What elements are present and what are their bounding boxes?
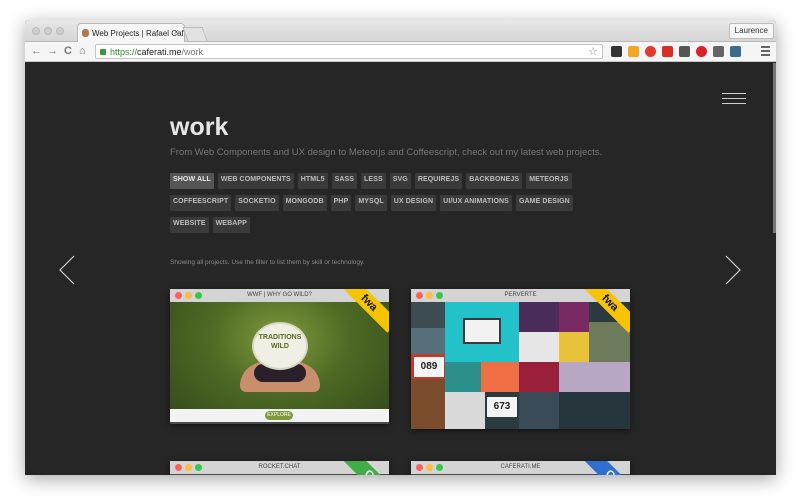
- url-path: /work: [181, 47, 204, 57]
- filter-requirejs[interactable]: REQUIREJS: [414, 173, 463, 189]
- extension-analytics-icon[interactable]: [628, 46, 639, 57]
- address-bar[interactable]: https://caferati.me/work ☆: [95, 44, 603, 59]
- bookmark-star-icon[interactable]: ☆: [588, 45, 598, 58]
- back-button[interactable]: ←: [31, 45, 42, 57]
- browser-toolbar: ← → C ⌂ https://caferati.me/work ☆: [25, 42, 776, 62]
- chevron-right-icon[interactable]: [725, 255, 741, 285]
- filter-socketio[interactable]: SOCKETIO: [235, 195, 279, 211]
- profile-button[interactable]: Laurence: [728, 23, 774, 39]
- page-subtitle: From Web Components and UX design to Met…: [170, 147, 603, 158]
- forward-button[interactable]: →: [47, 45, 58, 57]
- filter-web-components[interactable]: WEB COMPONENTS: [217, 173, 294, 189]
- filter-backbonejs[interactable]: BACKBONEJS: [466, 173, 523, 189]
- new-tab-button[interactable]: [182, 27, 208, 41]
- tab-close-icon[interactable]: ×: [174, 27, 179, 37]
- filter-html5[interactable]: HTML5: [297, 173, 328, 189]
- extension-layers-icon[interactable]: [611, 46, 622, 57]
- filter-mysql[interactable]: MYSQL: [355, 195, 387, 211]
- extension-evernote-icon[interactable]: [713, 46, 724, 57]
- card-screenshot: 089 673: [411, 302, 630, 429]
- page-title: work: [170, 113, 229, 141]
- filter-meteorjs[interactable]: METEORJS: [526, 173, 572, 189]
- filter-mongodb[interactable]: MONGODB: [282, 195, 327, 211]
- browser-tab[interactable]: Web Projects | Rafael Cafera ×: [77, 23, 185, 42]
- filter-less[interactable]: LESS: [361, 173, 386, 189]
- extension-pinterest-icon[interactable]: [696, 46, 707, 57]
- home-button[interactable]: ⌂: [79, 45, 86, 57]
- tab-title: Web Projects | Rafael Cafera: [92, 29, 185, 38]
- filter-ui-ux-animations[interactable]: UI/UX ANIMATIONS: [440, 195, 512, 211]
- browser-menu-icon[interactable]: [761, 46, 770, 56]
- window-minimize-light[interactable]: [44, 27, 52, 35]
- filter-note: Showing all projects. Use the filter to …: [170, 259, 365, 266]
- tab-bar: Web Projects | Rafael Cafera × Laurence: [25, 20, 776, 42]
- filter-coffeescript[interactable]: COFFEESCRIPT: [170, 195, 232, 211]
- filter-webapp[interactable]: WEBAPP: [212, 217, 250, 233]
- extension-opera-icon[interactable]: [645, 46, 656, 57]
- window-close-light[interactable]: [32, 27, 40, 35]
- url-scheme: https://: [110, 47, 138, 57]
- wwf-badge: TRADITIONS WILD: [252, 322, 308, 370]
- card-footer: EXPLORE: [170, 409, 389, 422]
- project-card-rocketchat[interactable]: ROCKET.CHAT G: [170, 461, 389, 475]
- chevron-left-icon[interactable]: [59, 255, 75, 285]
- digits-b: 673: [487, 397, 517, 417]
- digits-a: 089: [414, 357, 444, 377]
- filter-website[interactable]: WEBSITE: [170, 217, 209, 233]
- reload-button[interactable]: C: [64, 45, 72, 57]
- explore-button: EXPLORE: [265, 411, 293, 420]
- card-screenshot: TRADITIONS WILD: [170, 302, 389, 422]
- page-content: work From Web Components and UX design t…: [25, 63, 776, 475]
- project-card-perverte[interactable]: PERVERTE 089 673 fwa: [411, 289, 630, 429]
- extension-calendar-icon[interactable]: [730, 46, 741, 57]
- extension-gmail-icon[interactable]: [662, 46, 673, 57]
- filter-svg[interactable]: SVG: [389, 173, 411, 189]
- lock-icon: [100, 49, 106, 55]
- filter-ux-design[interactable]: UX DESIGN: [390, 195, 437, 211]
- project-card-wwf[interactable]: WWF | WHY GO WILD? TRADITIONS WILD EXPLO…: [170, 289, 389, 424]
- filter-sass[interactable]: SASS: [331, 173, 358, 189]
- project-card-caferati[interactable]: CAFERATI.ME G: [411, 461, 630, 475]
- url-host: caferati.me: [137, 47, 182, 57]
- favicon-icon: [82, 29, 89, 37]
- window-zoom-light[interactable]: [56, 27, 64, 35]
- filter-php[interactable]: PHP: [330, 195, 352, 211]
- filter-show-all[interactable]: SHOW ALL: [170, 173, 214, 189]
- browser-window: Web Projects | Rafael Cafera × Laurence …: [25, 20, 776, 475]
- scrollbar[interactable]: [773, 63, 776, 233]
- filter-game-design[interactable]: GAME DESIGN: [515, 195, 573, 211]
- hamburger-icon[interactable]: [722, 93, 746, 105]
- filter-bar: SHOW ALL WEB COMPONENTS HTML5 SASS LESS …: [170, 173, 600, 233]
- extension-pocket-icon[interactable]: [679, 46, 690, 57]
